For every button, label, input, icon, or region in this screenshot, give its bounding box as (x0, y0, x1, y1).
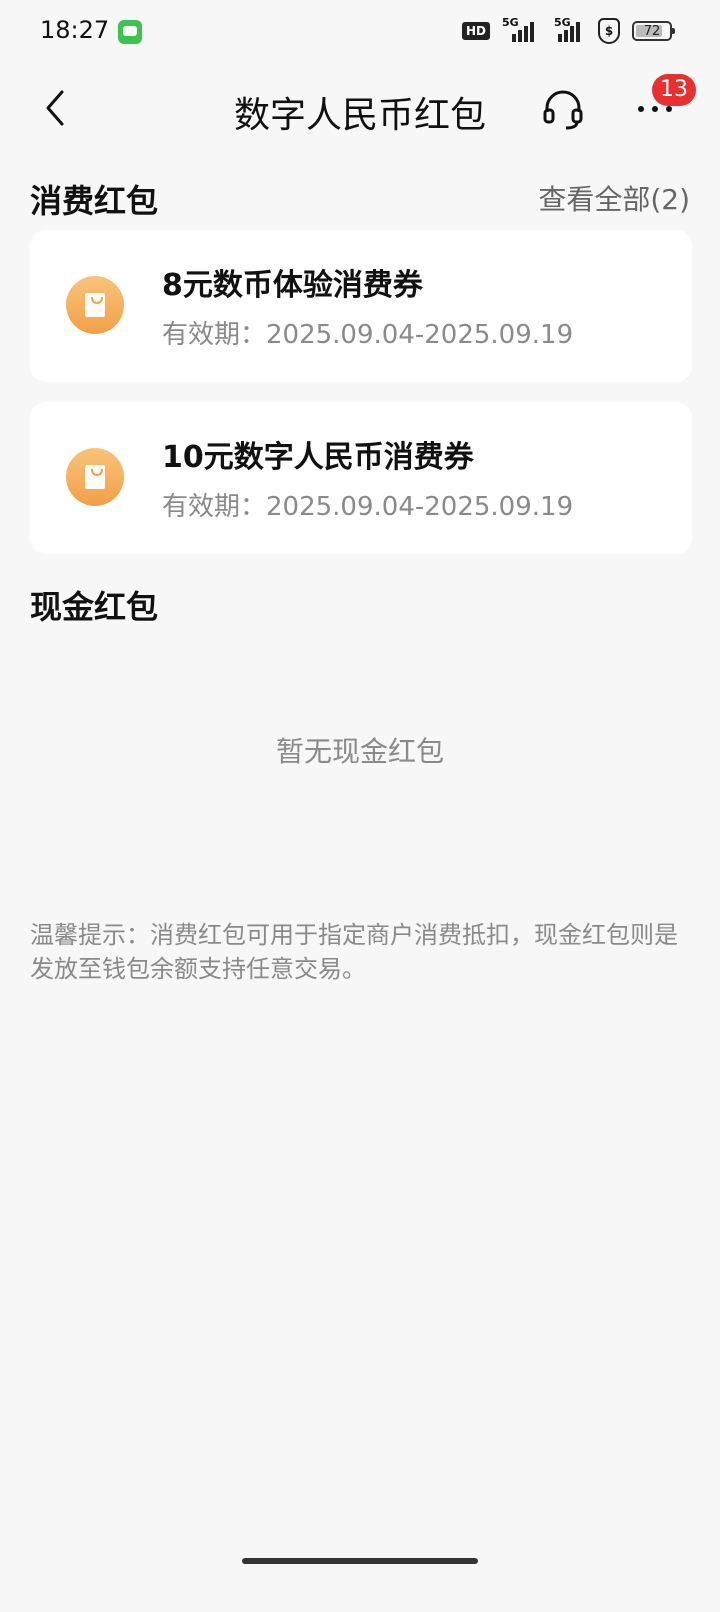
status-time: 18:27 (40, 16, 110, 44)
coupon-validity: 有效期：2025.09.04-2025.09.19 (162, 492, 574, 522)
coupon-title: 8元数币体验消费券 (162, 268, 423, 303)
network-type-1: 5G (502, 16, 519, 29)
signal-icon-1: 5G (502, 16, 542, 42)
shield-dollar-icon: $ (598, 18, 620, 44)
status-bar: 18:27 HD 5G 5G $ 72 (0, 0, 720, 64)
coupon-title: 10元数字人民币消费券 (162, 440, 474, 475)
coupon-validity: 有效期：2025.09.04-2025.09.19 (162, 320, 574, 350)
signal-icon-2: 5G (554, 16, 586, 42)
network-type-2: 5G (554, 16, 571, 29)
coupon-card[interactable]: 10元数字人民币消费券 有效期：2025.09.04-2025.09.19 (30, 402, 692, 554)
view-all-link[interactable]: 查看全部(2) (538, 178, 690, 218)
home-indicator[interactable] (242, 1558, 478, 1564)
consumption-section-title: 消费红包 (30, 182, 159, 220)
coupon-card[interactable]: 8元数币体验消费券 有效期：2025.09.04-2025.09.19 (30, 230, 692, 382)
customer-service-button[interactable] (540, 86, 586, 132)
battery-icon: 72 (632, 21, 675, 41)
red-packet-icon (66, 276, 124, 334)
notification-badge: 13 (652, 74, 696, 106)
hd-voice-icon: HD (461, 22, 490, 40)
red-packet-icon (66, 448, 124, 506)
cash-section-title: 现金红包 (30, 588, 159, 626)
empty-state-text: 暂无现金红包 (275, 735, 444, 768)
tips-text: 温馨提示：消费红包可用于指定商户消费抵扣，现金红包则是发放至钱包余额支持任意交易… (30, 921, 678, 983)
battery-level: 72 (643, 23, 661, 39)
page-header: 数字人民币红包 (0, 64, 720, 156)
status-icons: HD 5G 5G $ 72 (461, 16, 675, 44)
headset-icon (543, 90, 583, 130)
page-title: 数字人民币红包 (233, 95, 486, 136)
message-app-icon (118, 20, 142, 44)
more-icon (638, 106, 672, 112)
